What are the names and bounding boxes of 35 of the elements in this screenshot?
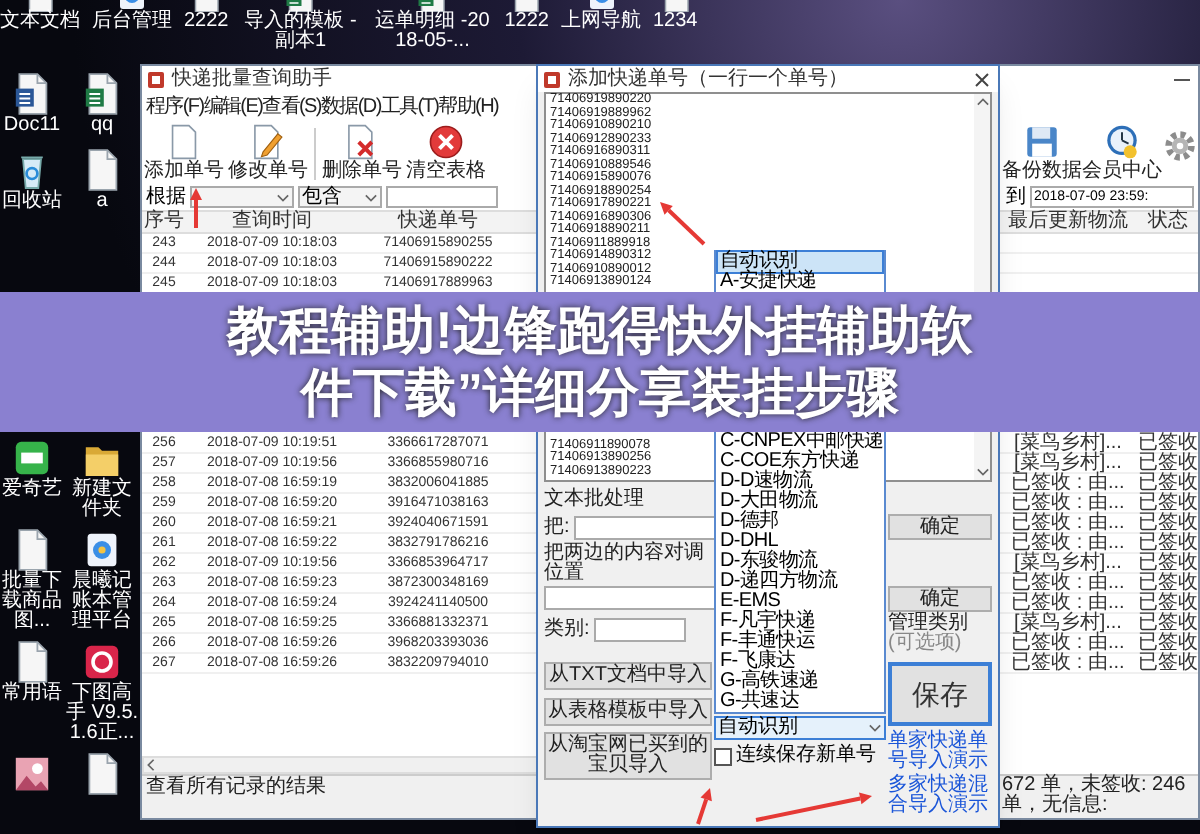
table-cell-text: 已签收 : 由... [1009,594,1127,614]
table-cell: 已签收 [1138,454,1198,474]
table-cell: 已签收 [1138,474,1198,494]
table-cell-text: [菜鸟乡村]... [1014,614,1124,634]
table-cell-text: 已签收 : 由... [1009,654,1127,674]
window-title: 快递批量查询助手 [172,68,332,92]
table-cell-text: 已签收 : 由... [1009,534,1127,554]
section-label: 文本批处理 [544,490,646,514]
field-label: 根据 [146,186,186,208]
table-cell-text: [菜鸟乡村]... [1012,434,1124,454]
field-label: 把: [544,518,570,538]
field-label: 类别: [544,620,590,640]
range-label: 到 [1006,186,1026,208]
dialog-title: 添加快递单号（一行一个单号） [568,67,848,91]
table-cell: 已签收 [1138,434,1198,454]
table-cell-text: 已签收 : 由... [1009,574,1127,594]
table-cell-text: [菜鸟乡村]... [1014,554,1124,574]
table-cell-text: 已签收 : 由... [1009,634,1127,654]
table-cell: 已签收 [1138,574,1198,594]
status-summary: 672 单，未签收: 246 单，无信息: [1002,776,1188,816]
hint-text: (可选项) [888,634,964,654]
table-cell-text: 已签收 : 由... [1009,474,1127,494]
table-cell: 已签收 [1138,614,1198,634]
table-cell-text: 已签收 : 由... [1009,514,1127,534]
option-label: 把两边的内容对调位置 [544,542,706,586]
table-cell: 已签收 [1138,634,1198,654]
table-cell: 已签收 [1138,494,1198,514]
table-cell: 已签收 [1138,514,1198,534]
table-cell-text: 已签收 : 由... [1009,494,1127,514]
table-cell: 已签收 [1138,534,1198,554]
table-cell: 已签收 [1138,554,1198,574]
table-cell-text: [菜鸟乡村]... [1014,454,1124,474]
table-cell: 已签收 [1138,654,1198,674]
table-cell: 已签收 [1138,594,1198,614]
status-text: 查看所有记录的结果 [146,776,326,800]
